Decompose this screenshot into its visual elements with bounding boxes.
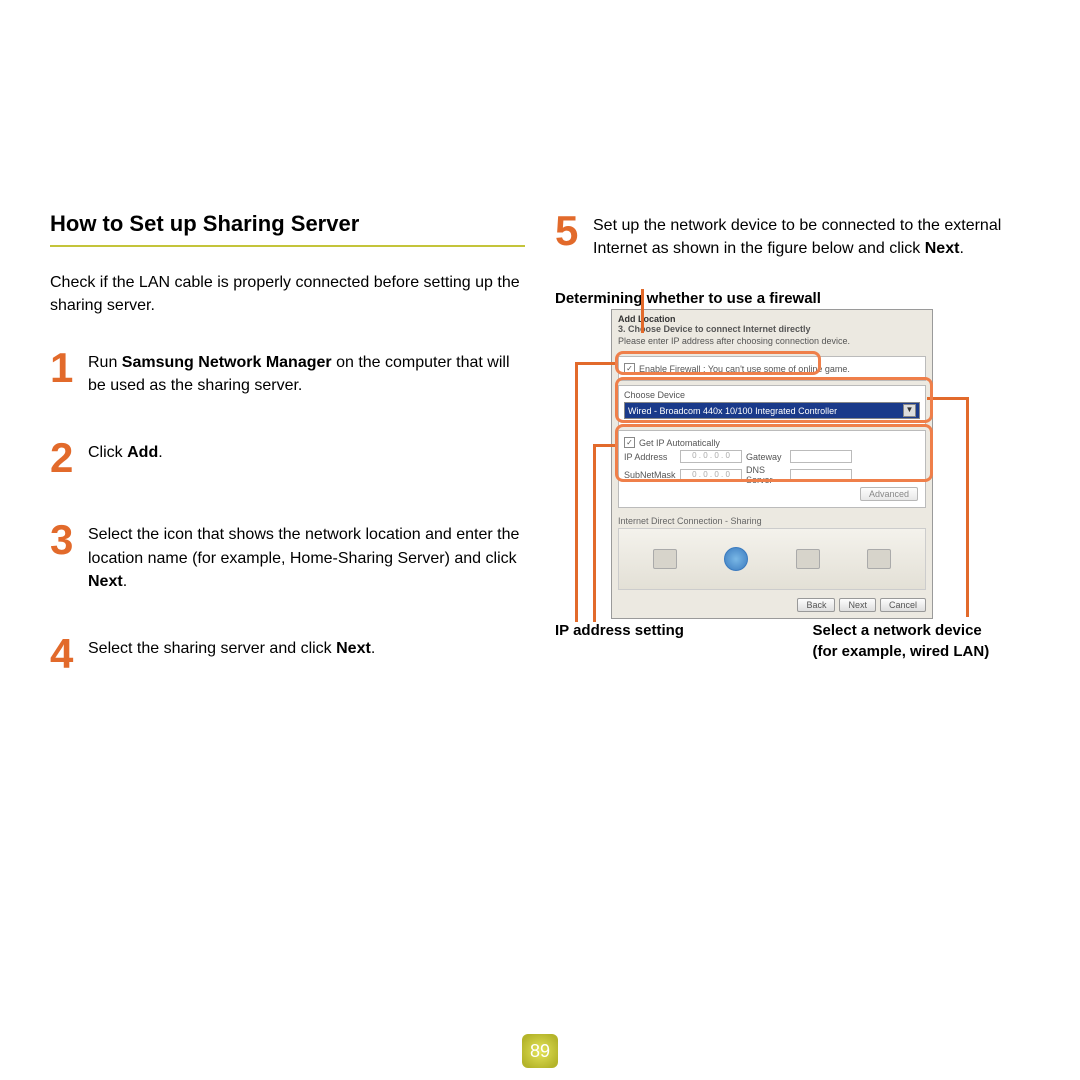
ipaddr-input[interactable]: 0 . 0 . 0 . 0 (680, 450, 742, 463)
gateway-input[interactable] (790, 450, 852, 463)
t: Click (88, 444, 127, 461)
ipaddr-label: IP Address (624, 452, 676, 462)
step-text: Set up the network device to be connecte… (593, 210, 1030, 260)
advanced-button[interactable]: Advanced (860, 487, 918, 501)
t: Add (127, 444, 158, 461)
dialog-subtitle: 3. Choose Device to connect Internet dir… (612, 324, 932, 336)
firewall-box: ✓ Enable Firewall : You can't use some o… (618, 356, 926, 381)
leader-line (593, 444, 615, 447)
step-text: Select the sharing server and click Next… (88, 633, 375, 660)
choose-device-label: Choose Device (624, 390, 920, 400)
t: . (371, 640, 375, 657)
callout-device-line1: Select a network device (813, 621, 1031, 641)
device-select[interactable]: Wired - Broadcom 440x 10/100 Integrated … (624, 402, 920, 419)
leader-line (575, 362, 578, 622)
callout-ip: IP address setting (555, 621, 763, 641)
firewall-label: Enable Firewall : You can't use some of … (639, 364, 850, 374)
step-3: 3 Select the icon that shows the network… (50, 519, 525, 593)
step-1: 1 Run Samsung Network Manager on the com… (50, 347, 525, 397)
gateway-label: Gateway (746, 452, 786, 462)
leader-line (593, 444, 596, 622)
t: Next (88, 573, 123, 590)
dialog-screenshot: Add Location 3. Choose Device to connect… (611, 309, 1030, 619)
t: Next (925, 240, 960, 257)
intro-text: Check if the LAN cable is properly conne… (50, 271, 525, 317)
t: Select the sharing server and click (88, 640, 336, 657)
dns-input[interactable] (790, 469, 852, 482)
dns-label: DNS Server (746, 465, 786, 485)
dialog-title: Add Location (612, 310, 932, 324)
t: Select the icon that shows the network l… (88, 526, 519, 566)
t: Next (336, 640, 371, 657)
step-4: 4 Select the sharing server and click Ne… (50, 633, 525, 675)
add-location-dialog: Add Location 3. Choose Device to connect… (611, 309, 933, 619)
title-underline (50, 245, 525, 247)
step-2: 2 Click Add. (50, 437, 525, 479)
back-button[interactable]: Back (797, 598, 835, 612)
next-button[interactable]: Next (839, 598, 876, 612)
device-icon (796, 549, 820, 569)
leader-line (575, 362, 615, 365)
step-number: 4 (50, 633, 78, 675)
subnet-input[interactable]: 0 . 0 . 0 . 0 (680, 469, 742, 482)
getip-checkbox[interactable]: ✓ (624, 437, 635, 448)
getip-label: Get IP Automatically (639, 438, 720, 448)
t: . (123, 573, 127, 590)
step-text: Select the icon that shows the network l… (88, 519, 525, 593)
step-number: 1 (50, 347, 78, 389)
chevron-down-icon[interactable]: ▼ (903, 404, 916, 417)
step-number: 5 (555, 210, 583, 252)
cancel-button[interactable]: Cancel (880, 598, 926, 612)
ip-settings-box: ✓ Get IP Automatically IP Address 0 . 0 … (618, 430, 926, 508)
t: Samsung Network Manager (122, 354, 332, 371)
choose-device-box: Choose Device Wired - Broadcom 440x 10/1… (618, 385, 926, 426)
step-text: Click Add. (88, 437, 163, 464)
device-icon (653, 549, 677, 569)
leader-line (966, 397, 969, 617)
callout-device-line2: (for example, wired LAN) (813, 642, 1031, 662)
dialog-description: Please enter IP address after choosing c… (612, 336, 932, 352)
globe-icon (724, 547, 748, 571)
section-title: How to Set up Sharing Server (50, 210, 525, 239)
page-number-text: 89 (530, 1041, 550, 1062)
firewall-checkbox[interactable]: ✓ (624, 363, 635, 374)
step-text: Run Samsung Network Manager on the compu… (88, 347, 525, 397)
callout-firewall: Determining whether to use a firewall (555, 290, 1030, 307)
step-5: 5 Set up the network device to be connec… (555, 210, 1030, 260)
t: . (158, 444, 162, 461)
sharing-section-label: Internet Direct Connection - Sharing (612, 512, 932, 526)
device-icon (867, 549, 891, 569)
leader-line (927, 397, 969, 400)
page-number: 89 (522, 1034, 558, 1068)
subnet-label: SubNetMask (624, 470, 676, 480)
device-selected-text: Wired - Broadcom 440x 10/100 Integrated … (628, 406, 837, 416)
leader-line (641, 289, 644, 333)
network-diagram (618, 528, 926, 590)
step-number: 2 (50, 437, 78, 479)
t: Run (88, 354, 122, 371)
t: . (959, 240, 963, 257)
step-number: 3 (50, 519, 78, 561)
